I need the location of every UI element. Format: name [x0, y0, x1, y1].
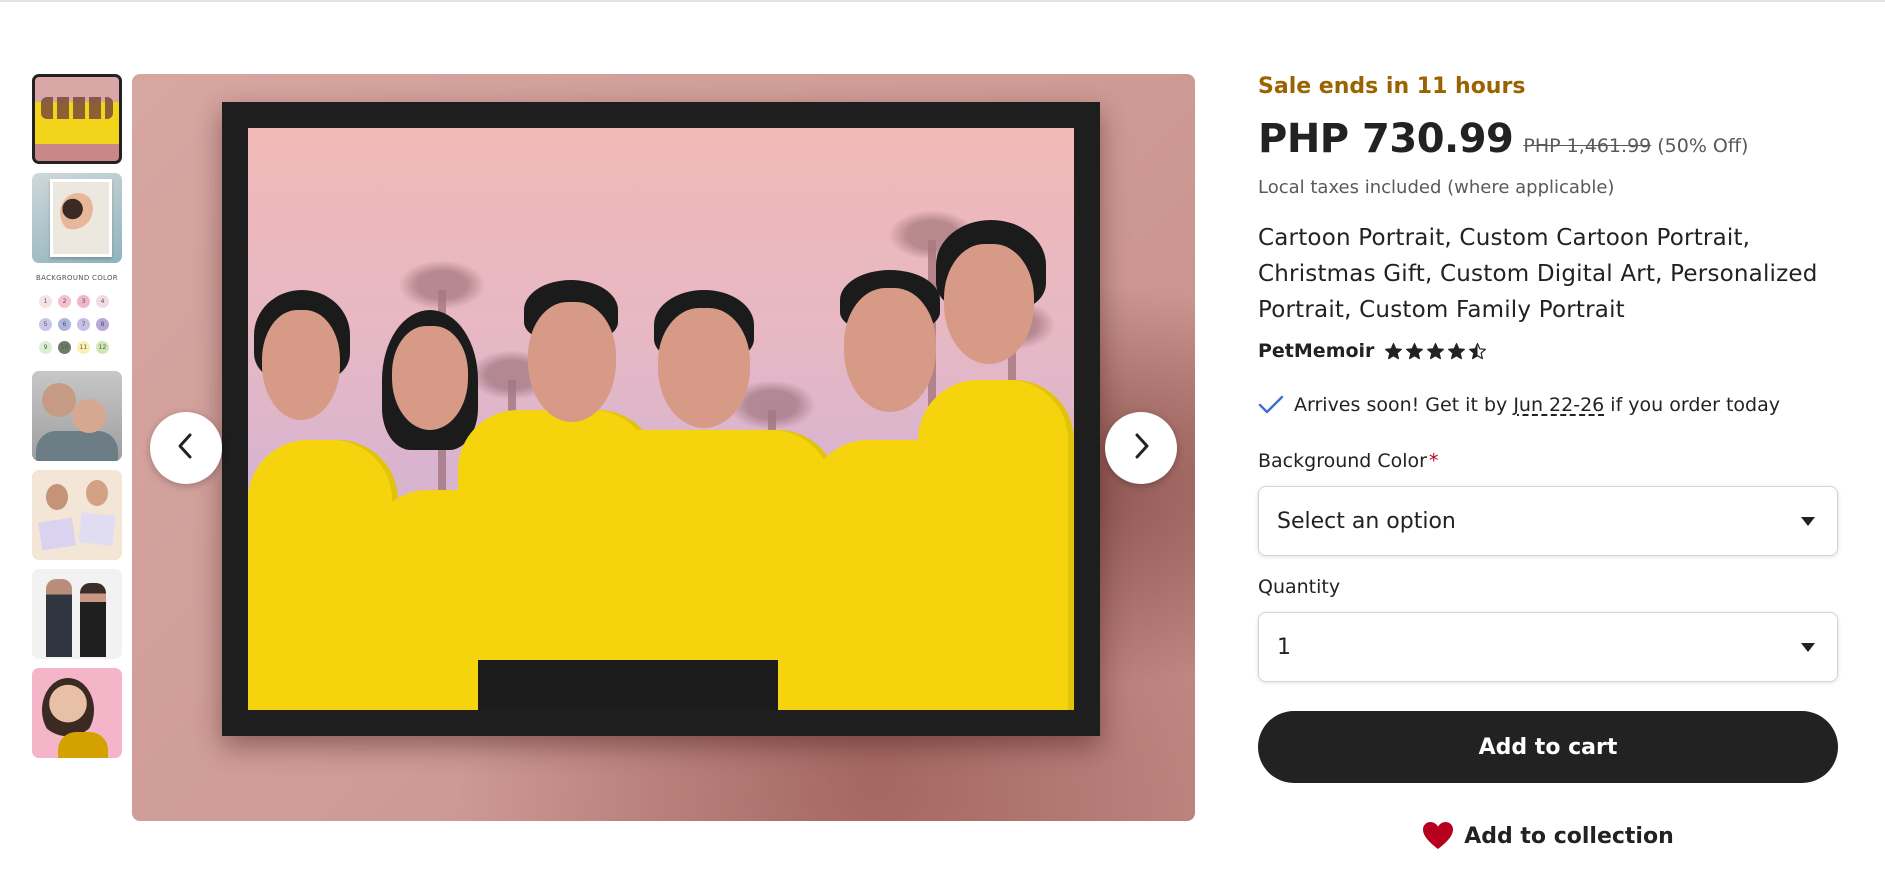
rating-stars[interactable]	[1384, 342, 1487, 361]
previous-image-button[interactable]	[150, 412, 222, 484]
checkmark-icon	[1258, 395, 1284, 415]
color-swatch: 7	[77, 318, 90, 331]
color-swatch: 6	[58, 318, 71, 331]
product-title: Cartoon Portrait, Custom Cartoon Portrai…	[1258, 225, 1818, 323]
thumbnail-7[interactable]	[32, 668, 122, 758]
chevron-left-icon	[175, 431, 197, 465]
main-product-image	[132, 74, 1195, 821]
thumbnail-3[interactable]: BACKGROUND COLOR 1 2 3 45 6 7 89 10 11 12	[32, 272, 122, 362]
caret-down-icon	[1801, 516, 1815, 526]
thumbnail-4[interactable]	[32, 371, 122, 461]
delivery-estimate: Arrives soon! Get it by Jun 22-26 if you…	[1258, 394, 1780, 416]
color-swatch: 8	[96, 318, 109, 331]
color-swatch: 5	[39, 318, 52, 331]
sale-countdown: Sale ends in 11 hours	[1258, 74, 1526, 99]
star-full-icon	[1427, 342, 1445, 359]
discount-label: (50% Off)	[1657, 135, 1749, 157]
thumbnail-2[interactable]	[32, 173, 122, 263]
top-divider	[0, 0, 1885, 2]
color-swatch: 9	[39, 341, 52, 354]
delivery-prefix: Arrives soon! Get it by	[1294, 394, 1514, 416]
price-row: PHP 730.99 PHP 1,461.99 (50% Off)	[1258, 116, 1748, 162]
color-chart-caption: BACKGROUND COLOR	[36, 274, 118, 282]
color-swatch: 2	[58, 295, 71, 308]
star-half-icon	[1469, 342, 1487, 359]
color-chart: 1 2 3 45 6 7 89 10 11 12	[36, 288, 120, 357]
cartoon-family-artwork	[248, 128, 1074, 710]
dark-pants	[478, 660, 778, 710]
color-swatch: 10	[58, 341, 71, 354]
original-price: PHP 1,461.99	[1523, 135, 1652, 157]
quantity-label: Quantity	[1258, 576, 1341, 598]
star-full-icon	[1406, 342, 1424, 359]
add-to-cart-button[interactable]: Add to cart	[1258, 711, 1838, 783]
quantity-value: 1	[1277, 634, 1291, 660]
add-to-collection-button[interactable]: Add to collection	[1258, 814, 1838, 858]
shop-name-link[interactable]: PetMemoir	[1258, 340, 1374, 362]
background-color-select[interactable]: Select an option	[1258, 486, 1838, 556]
delivery-date[interactable]: Jun 22-26	[1513, 394, 1604, 416]
next-image-button[interactable]	[1105, 412, 1177, 484]
color-swatch: 12	[96, 341, 109, 354]
star-full-icon	[1448, 342, 1466, 359]
thumbnail-1[interactable]	[32, 74, 122, 164]
background-color-value: Select an option	[1277, 508, 1456, 534]
add-to-collection-label: Add to collection	[1464, 823, 1674, 849]
chevron-right-icon	[1130, 431, 1152, 465]
heart-icon	[1422, 821, 1454, 851]
tax-note: Local taxes included (where applicable)	[1258, 177, 1615, 198]
thumbnail-6[interactable]	[32, 569, 122, 659]
caret-down-icon	[1801, 642, 1815, 652]
required-asterisk: *	[1429, 450, 1439, 472]
delivery-suffix: if you order today	[1604, 394, 1780, 416]
thumbnail-5[interactable]	[32, 470, 122, 560]
color-swatch: 3	[77, 295, 90, 308]
shop-row: PetMemoir	[1258, 340, 1487, 362]
star-full-icon	[1385, 342, 1403, 359]
current-price: PHP 730.99	[1258, 116, 1514, 162]
background-color-label: Background Color *	[1258, 450, 1439, 472]
quantity-select[interactable]: 1	[1258, 612, 1838, 682]
background-color-label-text: Background Color	[1258, 450, 1427, 472]
color-swatch: 11	[77, 341, 90, 354]
color-swatch: 1	[39, 295, 52, 308]
color-swatch: 4	[96, 295, 109, 308]
picture-frame	[222, 102, 1100, 736]
